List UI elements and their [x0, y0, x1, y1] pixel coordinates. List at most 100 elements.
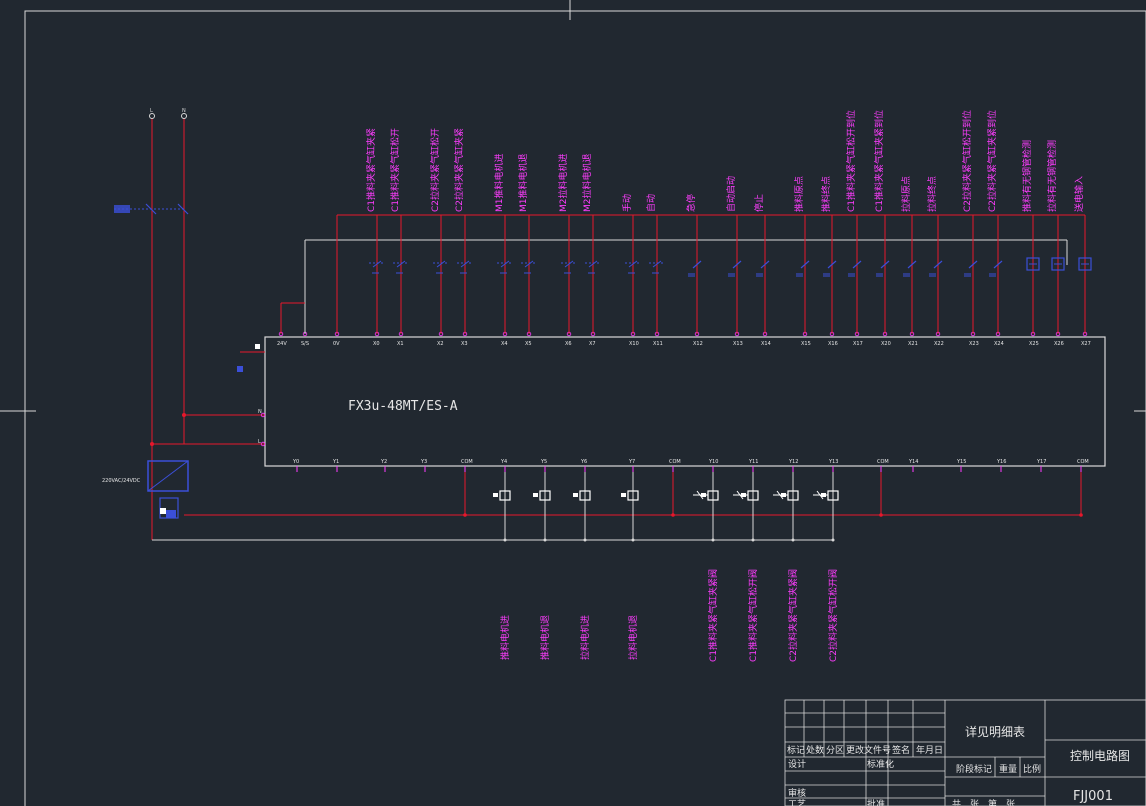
terminal-label-x16: X16 — [828, 341, 838, 347]
terminal-label-y5: Y5 — [540, 459, 547, 465]
input-label: 急停 — [685, 194, 697, 212]
terminal-label-y7: Y7 — [628, 459, 635, 465]
input-switch-icon — [989, 260, 1003, 277]
relay-coil-icon — [533, 490, 551, 542]
plc-module: FX3u-48MT/ES-A 24V S/S 0V X0 X1 X2 X3 X4 X5 X6 X7 X… — [264, 331, 1106, 472]
junction-dot — [150, 442, 154, 446]
terminal-label-x7: X7 — [589, 341, 596, 347]
tb-header-3: 更改文件号 — [846, 744, 891, 756]
phase-mark-n: N — [182, 108, 186, 114]
input-label: 推料终点 — [820, 176, 832, 212]
junction-dot — [1079, 513, 1083, 517]
terminal-label-y17: Y17 — [1036, 459, 1046, 465]
input-label: M1推料电机退 — [517, 154, 529, 213]
tb-sheet-no: 第 — [988, 798, 997, 806]
terminal-label-x22: X22 — [934, 341, 944, 347]
terminal-label-ss: S/S — [301, 341, 309, 347]
terminal-label-x14: X14 — [761, 341, 771, 347]
input-label: 推料有无钢管检测 — [1021, 140, 1033, 212]
ground-terminal-icon — [255, 344, 260, 349]
input-label: C2拉料夹紧气缸松开到位 — [961, 110, 973, 212]
tb-stage: 阶段标记 — [956, 763, 992, 775]
output-label: C1推料夹紧气缸夹紧阀 — [707, 569, 719, 662]
output-label: 拉料电机退 — [627, 615, 639, 660]
output-label: 推料电机进 — [499, 615, 511, 660]
power-supply: L N 220VAC/24VDC N L — [102, 108, 262, 484]
input-label: 自动启动 — [725, 176, 737, 212]
tb-weight: 重量 — [999, 763, 1017, 775]
terminal-label-x2: X2 — [437, 341, 444, 347]
output-label: C2拉料夹紧气缸夹紧阀 — [787, 569, 799, 662]
terminal-label-x15: X15 — [801, 341, 811, 347]
terminal-label-x11: X11 — [653, 341, 663, 347]
terminal-label-y15: Y15 — [956, 459, 966, 465]
terminal-label-x4: X4 — [501, 341, 508, 347]
terminal-label-y2: Y2 — [380, 459, 387, 465]
terminal-label-x5: X5 — [525, 341, 532, 347]
input-label: 拉料有无钢管检测 — [1046, 140, 1058, 212]
terminal-label-y1: Y1 — [332, 459, 339, 465]
terminal-label-y0: Y0 — [292, 459, 299, 465]
input-label: C2拉料夹紧气缸夹紧 — [453, 128, 465, 212]
input-label: C2拉料夹紧气缸松开 — [429, 128, 441, 212]
tb-material: 详见明细表 — [965, 724, 1025, 739]
tb-header-5: 年月日 — [916, 744, 943, 756]
input-label: M2拉料电机进 — [557, 154, 569, 213]
tb-header-1: 处数 — [806, 744, 824, 756]
output-label: 拉料电机进 — [579, 615, 591, 660]
junction-dot — [463, 513, 467, 517]
junction-dot — [671, 513, 675, 517]
input-label: C1推料夹紧气缸松开 — [389, 128, 401, 212]
relay-coil-icon — [621, 490, 639, 542]
tb-drawing-no: FJJ001 — [1073, 789, 1113, 804]
tb-scale: 比例 — [1023, 763, 1041, 775]
terminal-label-y10: Y10 — [708, 459, 718, 465]
tb-header-2: 分区 — [826, 745, 844, 756]
terminal-label-x3: X3 — [461, 341, 468, 347]
tb-header-0: 标记 — [787, 744, 805, 756]
terminal-label-com: COM — [669, 459, 681, 465]
terminal-label-com: COM — [1077, 459, 1089, 465]
relay-coil-icon — [573, 490, 591, 542]
tb-drawing-name: 控制电路图 — [1070, 748, 1130, 763]
plc-terminal-n: N — [258, 409, 262, 415]
junction-dot — [879, 513, 883, 517]
terminal-label-com: COM — [461, 459, 473, 465]
wiring — [114, 113, 1092, 542]
tb-row-approve: 批准 — [867, 798, 885, 806]
solenoid-valve-icon — [813, 490, 839, 542]
terminal-label-x27: X27 — [1081, 341, 1091, 347]
terminal-label-x0: X0 — [373, 341, 380, 347]
input-label: 送电输入 — [1073, 176, 1085, 212]
input-switch-icon — [728, 260, 742, 277]
input-label: 拉料终点 — [926, 176, 938, 212]
tb-sheet-unit1: 张 — [970, 799, 979, 806]
input-label-group: C1推料夹紧气缸夹紧 C1推料夹紧气缸松开 C2拉料夹紧气缸松开 C2拉料夹紧气缸夹紧… — [365, 110, 1085, 212]
phase-mark-l: L — [150, 108, 153, 114]
input-switch-icon — [848, 260, 862, 277]
input-label: C2拉料夹紧气缸夹紧到位 — [986, 110, 998, 212]
input-switch-icon — [876, 260, 890, 277]
terminal-label-x17: X17 — [853, 341, 863, 347]
tb-row-standard: 标准化 — [867, 758, 894, 770]
plc-input-terminals: 24V S/S 0V X0 X1 X2 X3 X4 X5 X6 X7 X10 X11 X12 X13 X14 X… — [277, 331, 1091, 347]
input-label: 拉料原点 — [900, 176, 912, 212]
tb-sheet-total: 共 — [952, 799, 961, 806]
output-label: 推料电机退 — [539, 615, 551, 660]
plc-terminal-l: L — [258, 439, 261, 445]
solenoid-valve-icon — [693, 490, 719, 542]
input-label: C1推料夹紧气缸夹紧到位 — [873, 110, 885, 212]
power-supply-label: 220VAC/24VDC — [102, 478, 141, 484]
input-label: 自动 — [645, 194, 657, 212]
terminal-label-x20: X20 — [881, 341, 891, 347]
terminal-label-y3: Y3 — [420, 459, 427, 465]
plc-model-label: FX3u-48MT/ES-A — [348, 399, 458, 414]
terminal-label-com: COM — [877, 459, 889, 465]
input-label: 停止 — [753, 194, 765, 212]
output-label: C1推料夹紧气缸松开阀 — [747, 569, 759, 662]
terminal-l-icon — [149, 113, 155, 119]
terminal-label-x25: X25 — [1029, 341, 1039, 347]
terminal-label-y13: Y13 — [828, 459, 838, 465]
power-supply-icon — [147, 460, 189, 519]
input-switch-icon — [964, 260, 978, 277]
